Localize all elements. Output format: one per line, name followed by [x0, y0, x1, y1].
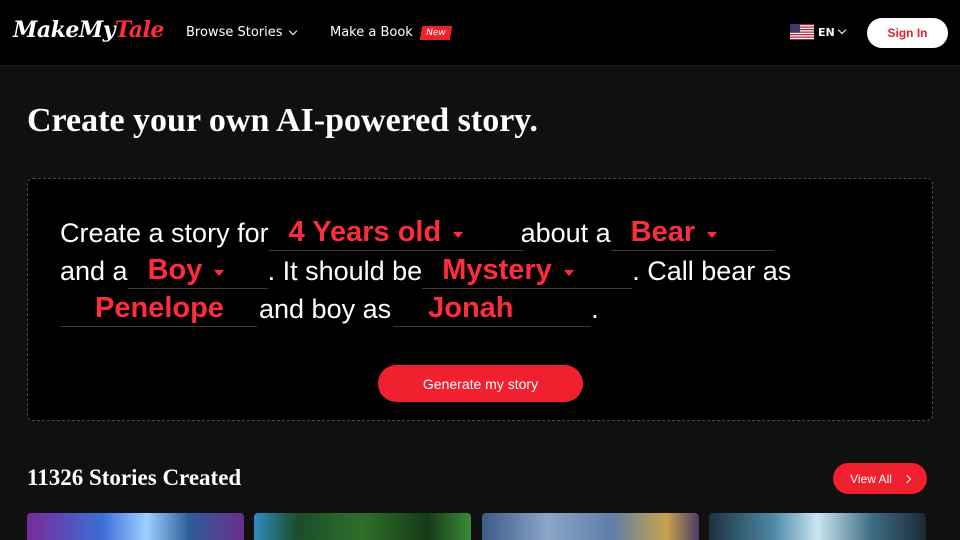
genre-select[interactable]: Mystery [422, 253, 633, 289]
make-a-book-label: Make a Book [330, 25, 413, 40]
make-a-book-link[interactable]: Make a Book New [330, 25, 452, 40]
logo-text-accent: Tale [114, 17, 164, 43]
builder-line-3: Penelope and boy as Jonah . [60, 291, 599, 327]
builder-text: . Call bear as [632, 256, 792, 286]
chevron-down-icon [288, 26, 297, 35]
animal-name-value: Penelope [95, 292, 224, 324]
new-badge: New [419, 25, 452, 40]
age-select[interactable]: 4 Years old [268, 215, 524, 251]
us-flag-icon [790, 24, 814, 40]
top-navbar: MakeMyTale Browse Stories Make a Book Ne… [0, 0, 960, 66]
stories-count-heading: 11326 Stories Created [27, 465, 242, 490]
builder-text: Create a story for [60, 218, 269, 248]
child-name-input[interactable]: Jonah [393, 291, 592, 327]
animal-value: Bear [630, 216, 696, 248]
story-thumbnail[interactable] [254, 513, 471, 540]
builder-text: . [591, 294, 599, 324]
dropdown-arrow-icon [707, 231, 718, 238]
builder-text: and a [60, 256, 128, 286]
generate-story-button[interactable]: Generate my story [378, 365, 583, 402]
page-title: Create your own AI-powered story. [27, 102, 538, 139]
chevron-right-icon [902, 474, 912, 483]
site-logo[interactable]: MakeMyTale [13, 17, 164, 43]
story-thumbnail[interactable] [482, 513, 699, 540]
dropdown-arrow-icon [214, 269, 225, 276]
animal-name-input[interactable]: Penelope [60, 291, 257, 327]
language-code: EN [818, 25, 835, 39]
genre-value: Mystery [442, 254, 552, 286]
builder-text: . It should be [267, 256, 423, 286]
child-name-value: Jonah [428, 292, 514, 324]
view-all-button[interactable]: View All [833, 463, 927, 494]
language-selector[interactable]: EN [790, 24, 846, 40]
child-type-value: Boy [147, 254, 203, 286]
animal-select[interactable]: Bear [610, 215, 774, 251]
story-thumbnail[interactable] [709, 513, 926, 540]
chevron-down-icon [837, 25, 846, 35]
view-all-label: View All [850, 471, 892, 486]
child-type-select[interactable]: Boy [127, 253, 268, 289]
story-thumbnail[interactable] [27, 513, 244, 540]
builder-text: about a [520, 218, 611, 248]
browse-stories-label: Browse Stories [186, 25, 283, 40]
browse-stories-menu[interactable]: Browse Stories [186, 25, 297, 40]
story-builder-panel: Create a story for 4 Years old about a B… [27, 178, 933, 421]
sign-in-button[interactable]: Sign In [867, 18, 948, 48]
builder-text: and boy as [259, 294, 392, 324]
builder-line-1: Create a story for 4 Years old about a B… [60, 215, 774, 251]
age-value: 4 Years old [288, 216, 442, 248]
builder-line-2: and a Boy . It should be Mystery . Call … [60, 253, 791, 289]
dropdown-arrow-icon [563, 269, 574, 276]
dropdown-arrow-icon [453, 231, 464, 238]
logo-text-main: MakeMy [13, 17, 115, 43]
